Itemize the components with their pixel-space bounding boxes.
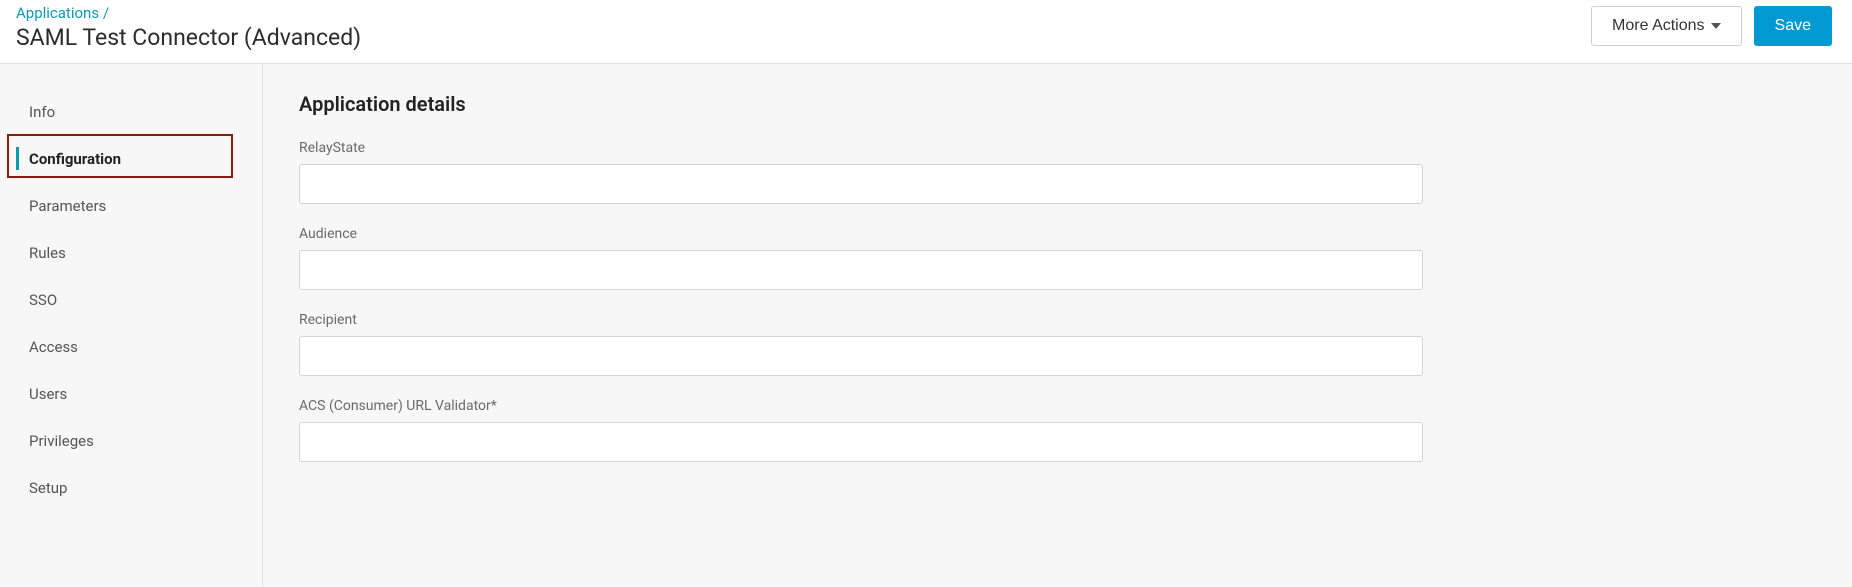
more-actions-button[interactable]: More Actions [1591,6,1741,46]
sidebar-item-label: Parameters [29,197,106,215]
header-actions: More Actions Save [1591,4,1832,46]
sidebar-item-privileges[interactable]: Privileges [0,417,262,464]
field-acs-validator: ACS (Consumer) URL Validator* [299,398,1812,462]
field-label: RelayState [299,140,1812,156]
input-wrap [299,422,1423,462]
header: Applications / SAML Test Connector (Adva… [0,0,1852,64]
sidebar-item-setup[interactable]: Setup [0,464,262,511]
sidebar-item-label: SSO [29,291,57,309]
save-button[interactable]: Save [1754,6,1832,46]
sidebar-item-users[interactable]: Users [0,370,262,417]
main-content: Application details RelayState Audience … [263,64,1852,587]
header-left: Applications / SAML Test Connector (Adva… [16,4,361,51]
page-title: SAML Test Connector (Advanced) [16,24,361,51]
field-label: Recipient [299,312,1812,328]
sidebar-item-label: Privileges [29,432,94,450]
field-label: Audience [299,226,1812,242]
sidebar: Info Configuration Parameters Rules SSO … [0,64,263,587]
input-wrap [299,250,1423,290]
sidebar-item-label: Configuration [29,150,121,168]
sidebar-item-label: Access [29,338,78,356]
field-label: ACS (Consumer) URL Validator* [299,398,1812,414]
sidebar-item-label: Setup [29,479,67,497]
save-label: Save [1775,17,1811,35]
section-title: Application details [299,92,1812,116]
recipient-input[interactable] [299,336,1423,376]
sidebar-item-label: Rules [29,244,66,262]
breadcrumb: Applications / [16,4,361,22]
sidebar-item-info[interactable]: Info [0,88,262,135]
field-relaystate: RelayState [299,140,1812,204]
sidebar-item-sso[interactable]: SSO [0,276,262,323]
body: Info Configuration Parameters Rules SSO … [0,64,1852,587]
relaystate-input[interactable] [299,164,1423,204]
field-audience: Audience [299,226,1812,290]
sidebar-item-configuration[interactable]: Configuration [0,135,262,182]
breadcrumb-root-link[interactable]: Applications [16,4,99,22]
sidebar-item-access[interactable]: Access [0,323,262,370]
chevron-down-icon [1711,23,1721,29]
input-wrap [299,164,1423,204]
sidebar-item-rules[interactable]: Rules [0,229,262,276]
sidebar-item-label: Info [29,103,55,121]
acs-validator-input[interactable] [299,422,1423,462]
field-recipient: Recipient [299,312,1812,376]
input-wrap [299,336,1423,376]
sidebar-item-label: Users [29,385,67,403]
breadcrumb-sep: / [103,4,109,22]
more-actions-label: More Actions [1612,17,1704,35]
sidebar-item-parameters[interactable]: Parameters [0,182,262,229]
audience-input[interactable] [299,250,1423,290]
